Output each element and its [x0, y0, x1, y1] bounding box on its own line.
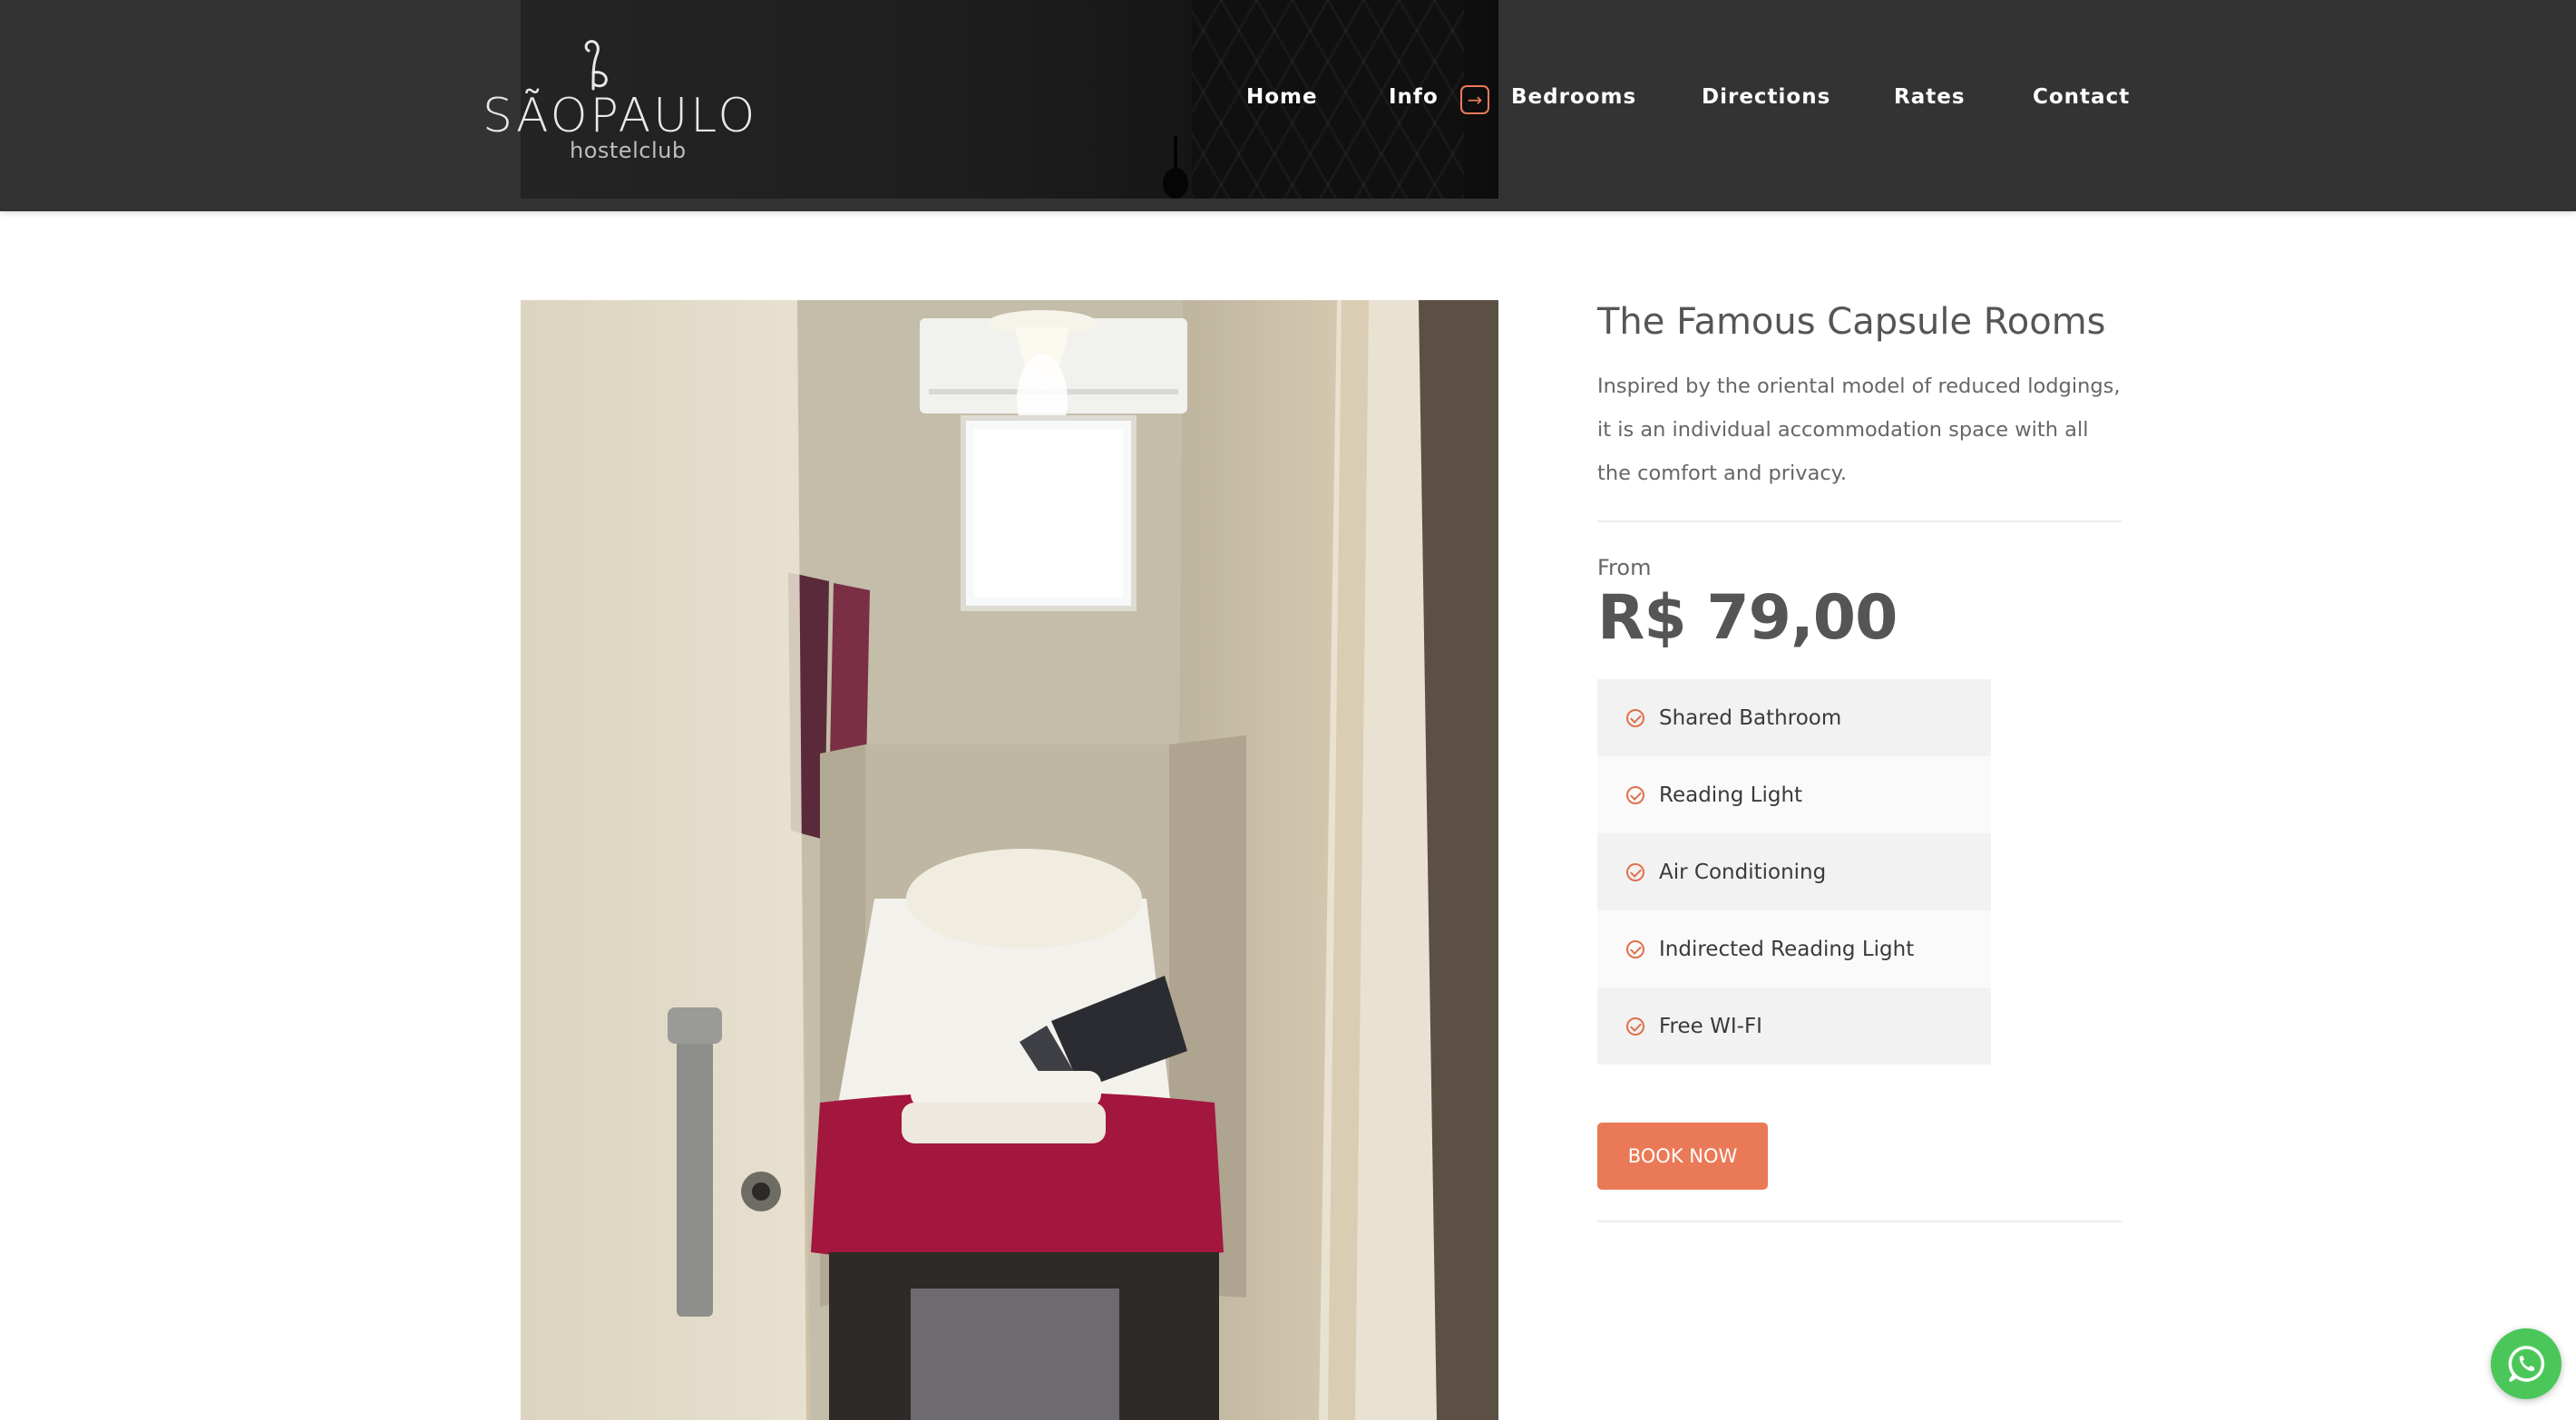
- room-price: R$ 79,00: [1597, 582, 1898, 654]
- feature-item: Indirected Reading Light: [1597, 910, 1991, 987]
- room-photo: [521, 300, 1498, 1420]
- feature-item: Free WI-FI: [1597, 987, 1991, 1065]
- room-details: The Famous Capsule Rooms Inspired by the…: [1597, 290, 2122, 1222]
- divider: [1597, 1221, 2122, 1222]
- divider: [1597, 520, 2122, 522]
- arrow-right-icon[interactable]: →: [1460, 85, 1489, 114]
- nav-rates[interactable]: Rates: [1894, 85, 1966, 109]
- logo-wordmark: SÃOPAULO: [483, 89, 758, 143]
- check-circle-icon: [1626, 785, 1644, 804]
- room-title: The Famous Capsule Rooms: [1597, 301, 2106, 343]
- check-circle-icon: [1626, 708, 1644, 727]
- whatsapp-button[interactable]: [2491, 1328, 2561, 1399]
- tassel-image: [1163, 136, 1188, 199]
- site-logo[interactable]: SÃOPAULO hostelclub: [483, 36, 773, 163]
- feature-label: Reading Light: [1659, 783, 1803, 807]
- feature-item: Reading Light: [1597, 756, 1991, 833]
- nav-bedrooms[interactable]: Bedrooms: [1511, 85, 1636, 109]
- feature-label: Free WI-FI: [1659, 1014, 1762, 1038]
- price-from-label: From: [1597, 555, 1652, 580]
- nav-home[interactable]: Home: [1246, 85, 1318, 109]
- book-now-button[interactable]: BOOK NOW: [1597, 1123, 1768, 1190]
- feature-item: Air Conditioning: [1597, 833, 1991, 910]
- check-circle-icon: [1626, 1016, 1644, 1036]
- feature-item: Shared Bathroom: [1597, 679, 1991, 756]
- check-circle-icon: [1626, 862, 1644, 881]
- feature-label: Air Conditioning: [1659, 860, 1827, 884]
- feature-label: Shared Bathroom: [1659, 705, 1842, 730]
- nav-info[interactable]: Info: [1389, 85, 1439, 109]
- logo-subtitle: hostelclub: [570, 138, 687, 163]
- site-header: SÃOPAULO hostelclub Home Info → Bedrooms…: [0, 0, 2576, 211]
- whatsapp-icon: [2508, 1346, 2545, 1382]
- check-circle-icon: [1626, 939, 1644, 958]
- capsule-room-illustration: [521, 300, 1498, 1420]
- feature-list: Shared Bathroom Reading Light Air Condit…: [1597, 679, 1991, 1065]
- nav-contact[interactable]: Contact: [2033, 85, 2130, 109]
- nav-directions[interactable]: Directions: [1702, 85, 1830, 109]
- feature-label: Indirected Reading Light: [1659, 937, 1915, 961]
- room-description: Inspired by the oriental model of reduce…: [1597, 374, 2121, 485]
